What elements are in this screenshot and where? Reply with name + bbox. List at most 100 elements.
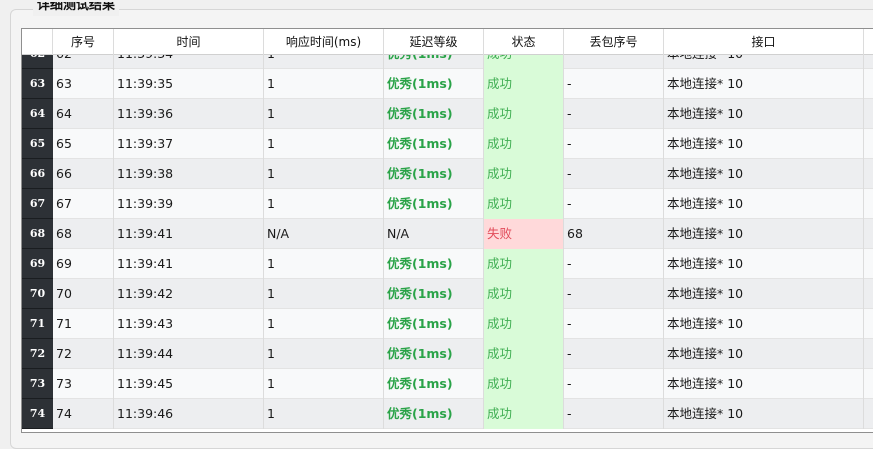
table-row[interactable]: 71 71 11:39:43 1 优秀(1ms) 成功 - 本地连接* 10 [22,309,873,339]
cell-latency-level: 优秀(1ms) [384,55,484,69]
table-row[interactable]: 70 70 11:39:42 1 优秀(1ms) 成功 - 本地连接* 10 [22,279,873,309]
cell-time: 11:39:42 [114,279,264,309]
table-row[interactable]: 74 74 11:39:46 1 优秀(1ms) 成功 - 本地连接* 10 [22,399,873,429]
column-header-time[interactable]: 时间 [114,29,264,55]
row-header[interactable]: 72 [22,339,53,369]
cell-latency-level: 优秀(1ms) [384,129,484,159]
cell-response-time: 1 [264,369,384,399]
cell-interface: 本地连接* 10 [664,249,864,279]
column-header-seq[interactable]: 序号 [53,29,114,55]
table-row[interactable]: 63 63 11:39:35 1 优秀(1ms) 成功 - 本地连接* 10 [22,69,873,99]
row-header[interactable]: 62 [22,55,53,69]
cell-interface: 本地连接* 10 [664,69,864,99]
cell-status: 成功 [484,279,564,309]
cell-latency-level: 优秀(1ms) [384,189,484,219]
cell-interface: 本地连接* 10 [664,279,864,309]
cell-status: 失败 [484,219,564,249]
cell-status: 成功 [484,399,564,429]
cell-status: 成功 [484,189,564,219]
cell-time: 11:39:36 [114,99,264,129]
cell-latency-level: 优秀(1ms) [384,339,484,369]
row-header[interactable]: 63 [22,69,53,99]
column-header-status[interactable]: 状态 [484,29,564,55]
cell-time: 11:39:46 [114,399,264,429]
table-row[interactable]: 626211:39:341优秀(1ms)成功-本地连接* 10 [22,55,873,69]
cell-lost-seq: - [564,129,664,159]
cell-lost-seq: - [564,309,664,339]
cell-seq: 63 [53,69,114,99]
cell-lost-seq: - [564,399,664,429]
column-header-response-time[interactable]: 响应时间(ms) [264,29,384,55]
cell-status: 成功 [484,339,564,369]
cell-latency-level: 优秀(1ms) [384,249,484,279]
row-header[interactable]: 68 [22,219,53,249]
row-header[interactable]: 66 [22,159,53,189]
table-row[interactable]: 66 66 11:39:38 1 优秀(1ms) 成功 - 本地连接* 10 [22,159,873,189]
cell-interface: 本地连接* 10 [664,219,864,249]
table-body: 626211:39:341优秀(1ms)成功-本地连接* 10636311:39… [22,55,873,432]
cell-seq: 68 [53,219,114,249]
row-header[interactable]: 70 [22,279,53,309]
cell-status: 成功 [484,129,564,159]
table-row[interactable]: 65 65 11:39:37 1 优秀(1ms) 成功 - 本地连接* 10 [22,129,873,159]
cell-seq: 73 [53,369,114,399]
table-row[interactable]: 72 72 11:39:44 1 优秀(1ms) 成功 - 本地连接* 10 [22,339,873,369]
cell-time: 11:39:34 [114,55,264,69]
cell-seq: 65 [53,129,114,159]
cell-interface: 本地连接* 10 [664,339,864,369]
row-header[interactable]: 73 [22,369,53,399]
table-row[interactable]: 67 67 11:39:39 1 优秀(1ms) 成功 - 本地连接* 10 [22,189,873,219]
cell-time: 11:39:43 [114,309,264,339]
column-header-lost-seq[interactable]: 丢包序号 [564,29,664,55]
cell-latency-level: 优秀(1ms) [384,399,484,429]
cell-interface: 本地连接* 10 [664,55,864,69]
cell-latency-level: 优秀(1ms) [384,99,484,129]
cell-interface: 本地连接* 10 [664,309,864,339]
cell-response-time: N/A [264,219,384,249]
column-header-interface[interactable]: 接口 [664,29,864,55]
cell-lost-seq: - [564,69,664,99]
cell-lost-seq: - [564,99,664,129]
cell-response-time: 1 [264,339,384,369]
cell-seq: 72 [53,339,114,369]
table-row[interactable]: 68 68 11:39:41 N/A N/A 失败 68 本地连接* 10 [22,219,873,249]
row-header[interactable]: 65 [22,129,53,159]
cell-seq: 66 [53,159,114,189]
cell-lost-seq: - [564,249,664,279]
cell-seq: 70 [53,279,114,309]
cell-interface: 本地连接* 10 [664,399,864,429]
cell-lost-seq: - [564,279,664,309]
cell-interface: 本地连接* 10 [664,99,864,129]
group-title: 详细测试结果 [33,2,120,16]
table-header: 序号 时间 响应时间(ms) 延迟等级 状态 丢包序号 接口 [22,29,873,55]
cell-seq: 69 [53,249,114,279]
row-header[interactable]: 67 [22,189,53,219]
row-header[interactable]: 74 [22,399,53,429]
table-row[interactable]: 69 69 11:39:41 1 优秀(1ms) 成功 - 本地连接* 10 [22,249,873,279]
cell-lost-seq: 68 [564,219,664,249]
cell-time: 11:39:41 [114,249,264,279]
cell-time: 11:39:41 [114,219,264,249]
cell-seq: 71 [53,309,114,339]
cell-response-time: 1 [264,55,384,69]
cell-interface: 本地连接* 10 [664,189,864,219]
row-header[interactable]: 69 [22,249,53,279]
cell-response-time: 1 [264,129,384,159]
column-header-latency-level[interactable]: 延迟等级 [384,29,484,55]
results-table[interactable]: 序号 时间 响应时间(ms) 延迟等级 状态 丢包序号 接口 626211:39… [21,28,873,433]
cell-latency-level: N/A [384,219,484,249]
row-header[interactable]: 71 [22,309,53,339]
table-row[interactable]: 73 73 11:39:45 1 优秀(1ms) 成功 - 本地连接* 10 [22,369,873,399]
cell-time: 11:39:38 [114,159,264,189]
cell-seq: 74 [53,399,114,429]
cell-lost-seq: - [564,189,664,219]
cell-time: 11:39:37 [114,129,264,159]
cell-response-time: 1 [264,279,384,309]
cell-response-time: 1 [264,159,384,189]
row-header[interactable]: 64 [22,99,53,129]
table-row[interactable]: 64 64 11:39:36 1 优秀(1ms) 成功 - 本地连接* 10 [22,99,873,129]
cell-response-time: 1 [264,99,384,129]
cell-response-time: 1 [264,309,384,339]
cell-interface: 本地连接* 10 [664,159,864,189]
cell-time: 11:39:44 [114,339,264,369]
